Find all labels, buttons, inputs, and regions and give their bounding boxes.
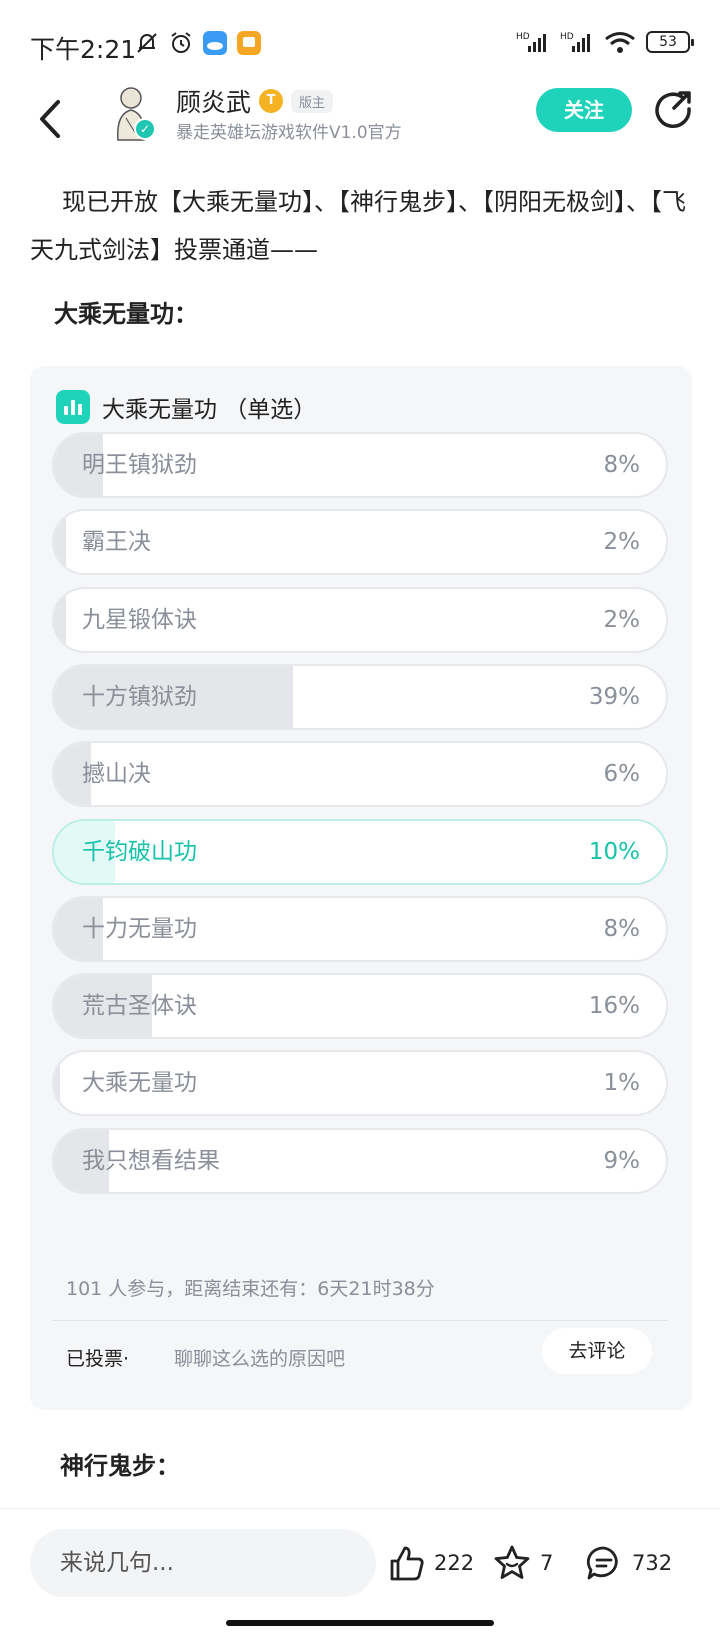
poll-option[interactable]: 九星锻体诀 2% [52, 586, 668, 653]
poll-option[interactable]: 明王镇狱劲 8% [52, 432, 668, 498]
author-subtitle: 暴走英雄坛游戏软件V1.0官方 [176, 123, 402, 143]
status-right-icons: HD HD 53 [516, 30, 694, 54]
poll-option[interactable]: 十力无量功 8% [52, 895, 668, 962]
post-intro-text: 现已开放【大乘无量功】、【神行鬼步】、【阴阳无极剑】、【飞天九式剑法】投票通道—… [30, 188, 686, 264]
poll-header: 大乘无量功 （单选） [56, 390, 316, 424]
poll-option-label: 我只想看结果 [82, 1147, 220, 1174]
poll-option[interactable]: 我只想看结果 9% [52, 1127, 668, 1194]
poll-card: 大乘无量功 （单选） 明王镇狱劲 8% 霸王决 2% 九星锻体诀 2% 十方镇狱劲 39% 撼山… [30, 366, 692, 1410]
comment-input[interactable]: 来说几句... [30, 1529, 376, 1597]
signal-1-icon: HD [516, 32, 546, 52]
level-badge: T [259, 89, 284, 113]
role-tag: 版主 [291, 89, 334, 113]
wifi-icon [605, 32, 635, 53]
back-arrow-icon[interactable] [32, 94, 72, 144]
poll-chart-icon [56, 390, 90, 424]
favorite-count: 7 [540, 1551, 554, 1575]
poll-option-fill [54, 511, 67, 574]
go-comment-button[interactable]: 去评论 [542, 1328, 652, 1374]
poll-option-label: 千钧破山功 [82, 838, 197, 865]
status-left-icons [134, 30, 262, 56]
poll-option-percent: 16% [588, 993, 640, 1020]
poll-option-percent: 9% [603, 1147, 641, 1174]
poll-option-percent: 2% [603, 529, 641, 556]
home-indicator[interactable] [226, 1620, 494, 1626]
poll-option[interactable]: 霸王决 2% [52, 509, 668, 576]
poll-option-label: 十力无量功 [82, 915, 197, 942]
voted-status: 已投票· [66, 1348, 130, 1370]
divider [52, 1320, 668, 1321]
comment-count: 732 [632, 1551, 673, 1575]
poll-title: 大乘无量功 （单选） [102, 397, 317, 423]
poll-option-label: 撼山决 [82, 761, 151, 788]
signal-2-icon: HD [560, 32, 590, 52]
voted-hint[interactable]: 聊聊这么选的原因吧 [174, 1344, 345, 1371]
poll-option-percent: 8% [603, 915, 641, 942]
poll-option-fill [54, 588, 67, 651]
favorite-button[interactable]: 7 [492, 1543, 553, 1583]
star-icon [494, 1545, 530, 1579]
poll-option-percent: 2% [603, 606, 641, 633]
poll-option-label: 九星锻体诀 [82, 606, 197, 633]
poll-option-percent: 1% [603, 1070, 641, 1097]
status-bar: 下午2:21 HD HD 53 [0, 0, 720, 80]
poll-option-label: 大乘无量功 [82, 1070, 197, 1097]
alarm-icon [171, 32, 191, 53]
poll-option-label: 荒古圣体诀 [82, 993, 197, 1020]
share-icon[interactable] [652, 88, 694, 130]
author-name[interactable]: 顾炎武 [176, 83, 251, 119]
poll-option[interactable]: 撼山决 6% [52, 741, 668, 808]
poll-option-percent: 8% [603, 452, 641, 478]
poll-option-label: 霸王决 [82, 529, 151, 556]
svg-text:HD: HD [560, 32, 574, 42]
post-header: ✓ 顾炎武 T 版主 暴走英雄坛游戏软件V1.0官方 关注 [0, 80, 720, 180]
poll-option-percent: 10% [588, 838, 640, 865]
notes-app-icon [237, 31, 261, 55]
status-time: 下午2:21 [30, 35, 137, 64]
poll-option[interactable]: 荒古圣体诀 16% [52, 973, 668, 1040]
poll-option[interactable]: 大乘无量功 1% [52, 1050, 668, 1117]
svg-text:HD: HD [516, 32, 530, 42]
mute-bell-icon [137, 33, 157, 53]
cloud-app-icon [203, 31, 227, 55]
poll-option-percent: 6% [603, 761, 641, 788]
section-heading-2: 神行鬼步： [60, 1452, 180, 1480]
follow-button[interactable]: 关注 [536, 88, 632, 132]
thumbs-up-icon [390, 1546, 424, 1581]
comment-bubble-icon [586, 1546, 618, 1580]
poll-participation: 101 人参与，距离结束还有：6天21时38分 [66, 1278, 435, 1300]
poll-option[interactable]: 十方镇狱劲 39% [52, 663, 668, 730]
poll-option-fill [54, 1052, 61, 1115]
like-button[interactable]: 222 [386, 1543, 474, 1583]
poll-option-label: 十方镇狱劲 [82, 683, 197, 710]
poll-option-label: 明王镇狱劲 [82, 452, 197, 478]
comment-button[interactable]: 732 [584, 1543, 672, 1583]
section-heading-1: 大乘无量功： [54, 300, 198, 328]
poll-option[interactable]: 千钧破山功 10% [52, 818, 668, 885]
like-count: 222 [434, 1551, 475, 1575]
poll-option-percent: 39% [588, 683, 640, 710]
verified-check-icon: ✓ [134, 118, 156, 140]
battery-indicator: 53 [646, 31, 694, 53]
author-line: 顾炎武 T 版主 [176, 83, 334, 119]
